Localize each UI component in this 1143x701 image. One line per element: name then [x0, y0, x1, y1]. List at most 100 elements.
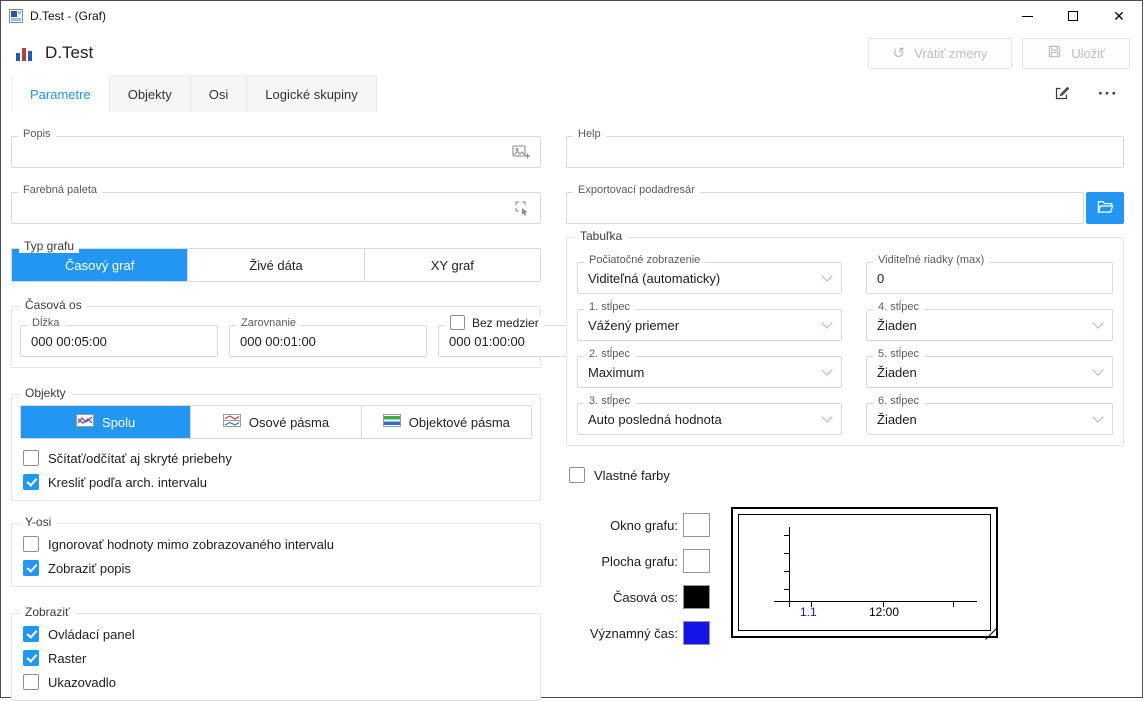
save-button[interactable]: Uložiť [1022, 38, 1130, 69]
viditelne-riadky-input[interactable] [877, 271, 1102, 286]
seg-spolu[interactable]: Spolu [21, 406, 190, 438]
typ-grafu-segment: Časový graf Živé dáta XY graf [11, 248, 541, 282]
help-field: Help [566, 136, 1124, 168]
image-add-icon[interactable] [512, 144, 530, 160]
objekty-segment: Spolu Osové pásma [20, 405, 532, 439]
stlpec-2-select[interactable]: 2. stĺpec Maximum [577, 356, 842, 388]
ukazovadlo-checkbox-row[interactable]: Ukazovadlo [20, 670, 532, 694]
okno-grafu-swatch[interactable] [683, 513, 710, 537]
tab-parametre[interactable]: Parametre [11, 75, 110, 112]
zarovnanie-label: Zarovnanie [236, 317, 301, 329]
plocha-grafu-swatch[interactable] [683, 549, 710, 573]
vyznamny-cas-swatch[interactable] [683, 621, 710, 645]
header-actions: ↺ Vrátiť zmeny Uložiť [868, 38, 1130, 69]
maximize-button[interactable] [1050, 1, 1096, 31]
casova-os-farba-row: Časová os: [566, 585, 710, 609]
raster-checkbox[interactable] [23, 650, 39, 666]
stlpec-6-select[interactable]: 6. stĺpec Žiaden [866, 403, 1113, 435]
bez-medzier-label: Bez medzier [472, 316, 539, 330]
typ-grafu-label: Typ grafu [19, 239, 79, 253]
ignorovat-hodnoty-checkbox-row[interactable]: Ignorovať hodnoty mimo zobrazovaného int… [20, 532, 532, 556]
undo-changes-button[interactable]: ↺ Vrátiť zmeny [868, 38, 1013, 69]
chevron-down-icon [1092, 411, 1103, 422]
export-input[interactable] [577, 201, 1073, 216]
stlpec-4-select[interactable]: 4. stĺpec Žiaden [866, 309, 1113, 341]
app-window-icon [9, 9, 23, 23]
zobrazit-popis-checkbox[interactable] [23, 560, 39, 576]
tab-osi[interactable]: Osi [191, 75, 248, 112]
minimize-icon [1022, 16, 1033, 17]
vlastne-farby-checkbox[interactable] [569, 467, 585, 483]
maximize-icon [1068, 11, 1078, 21]
zobrazit-popis-checkbox-row[interactable]: Zobraziť popis [20, 556, 532, 580]
export-label: Exportovací podadresár [573, 184, 700, 196]
seg-osove-pasma[interactable]: Osové pásma [190, 406, 360, 438]
save-icon [1047, 44, 1062, 62]
chevron-down-icon [821, 411, 832, 422]
scitat-odcitat-checkbox-row[interactable]: Sčítať/odčítať aj skryté priebehy [20, 446, 532, 470]
typ-grafu-group: Typ grafu Časový graf Živé dáta XY graf [11, 248, 541, 282]
objekty-group: Objekty Spolu [11, 394, 541, 501]
pociatocne-zobrazenie-select[interactable]: Počiatočné zobrazenie Viditeľná (automat… [577, 262, 842, 294]
stlpec-5-select[interactable]: 5. stĺpec Žiaden [866, 356, 1113, 388]
ovladaci-panel-checkbox-row[interactable]: Ovládací panel [20, 622, 532, 646]
help-input[interactable] [577, 145, 1113, 160]
kreslit-podla-arch-checkbox[interactable] [23, 474, 39, 490]
dlzka-label: Dĺžka [27, 317, 65, 329]
tab-actions: ··· [1053, 75, 1142, 112]
preview-y-axis [789, 527, 790, 602]
seg-zive-data[interactable]: Živé dáta [187, 249, 363, 281]
folder-icon [1097, 199, 1114, 217]
farebna-paleta-input[interactable] [22, 201, 506, 216]
casova-os-swatch[interactable] [683, 585, 710, 609]
export-row: Exportovací podadresár [566, 192, 1124, 224]
window-title: D.Test - (Graf) [30, 9, 106, 23]
popis-input[interactable] [22, 145, 504, 160]
seg-objektove-pasma[interactable]: Objektové pásma [361, 406, 531, 438]
help-label: Help [573, 128, 606, 140]
ovladaci-panel-checkbox[interactable] [23, 626, 39, 642]
right-column: Help Exportovací podadresár [566, 126, 1124, 701]
chevron-down-icon [1092, 317, 1103, 328]
select-object-icon[interactable] [514, 200, 530, 216]
bez-medzier-checkbox[interactable] [450, 315, 465, 330]
zarovnanie-input[interactable] [240, 334, 416, 349]
tab-bar: Parametre Objekty Osi Logické skupiny ··… [1, 75, 1142, 112]
objekty-label: Objekty [20, 386, 71, 400]
okno-grafu-row: Okno grafu: [566, 513, 710, 537]
dlzka-field: Dĺžka [20, 325, 218, 357]
bez-medzier-checkbox-row[interactable]: Bez medzier [445, 315, 544, 330]
raster-checkbox-row[interactable]: Raster [20, 646, 532, 670]
header: D.Test ↺ Vrátiť zmeny Uložiť [1, 31, 1142, 75]
scitat-odcitat-checkbox[interactable] [23, 450, 39, 466]
chevron-down-icon [821, 364, 832, 375]
zobrazit-label: Zobraziť [20, 605, 75, 619]
zobrazit-group: Zobraziť Ovládací panel Raster Ukazovadl… [11, 613, 541, 701]
export-field: Exportovací podadresár [566, 192, 1084, 224]
edit-icon[interactable] [1053, 85, 1070, 102]
plocha-grafu-row: Plocha grafu: [566, 549, 710, 573]
bar-chart-icon [15, 44, 33, 62]
vlastne-farby-checkbox-row[interactable]: Vlastné farby [566, 463, 1124, 487]
ukazovadlo-checkbox[interactable] [23, 674, 39, 690]
minimize-button[interactable] [1004, 1, 1050, 31]
farebna-paleta-label: Farebná paleta [18, 184, 102, 196]
app-window: D.Test - (Graf) ✕ D.Test ↺ Vrátiť zmeny [0, 0, 1143, 698]
stlpec-1-select[interactable]: 1. stĺpec Vážený priemer [577, 309, 842, 341]
more-menu-icon[interactable]: ··· [1098, 85, 1118, 102]
tab-objekty[interactable]: Objekty [110, 75, 191, 112]
stlpec-3-select[interactable]: 3. stĺpec Auto posledná hodnota [577, 403, 842, 435]
kreslit-podla-arch-checkbox-row[interactable]: Kresliť podľa arch. intervalu [20, 470, 532, 494]
tab-logicke-skupiny[interactable]: Logické skupiny [247, 75, 377, 112]
browse-folder-button[interactable] [1086, 192, 1124, 224]
close-button[interactable]: ✕ [1096, 1, 1142, 31]
content: Popis Farebná paleta [1, 112, 1142, 701]
ignorovat-hodnoty-checkbox[interactable] [23, 536, 39, 552]
dlzka-input[interactable] [31, 334, 207, 349]
preview-time-label: 12:00 [869, 605, 899, 619]
chevron-down-icon [1092, 364, 1103, 375]
seg-xy-graf[interactable]: XY graf [364, 249, 540, 281]
seg-casovy-graf[interactable]: Časový graf [12, 249, 187, 281]
popis-field: Popis [11, 136, 541, 168]
osove-pasma-icon [223, 414, 241, 430]
